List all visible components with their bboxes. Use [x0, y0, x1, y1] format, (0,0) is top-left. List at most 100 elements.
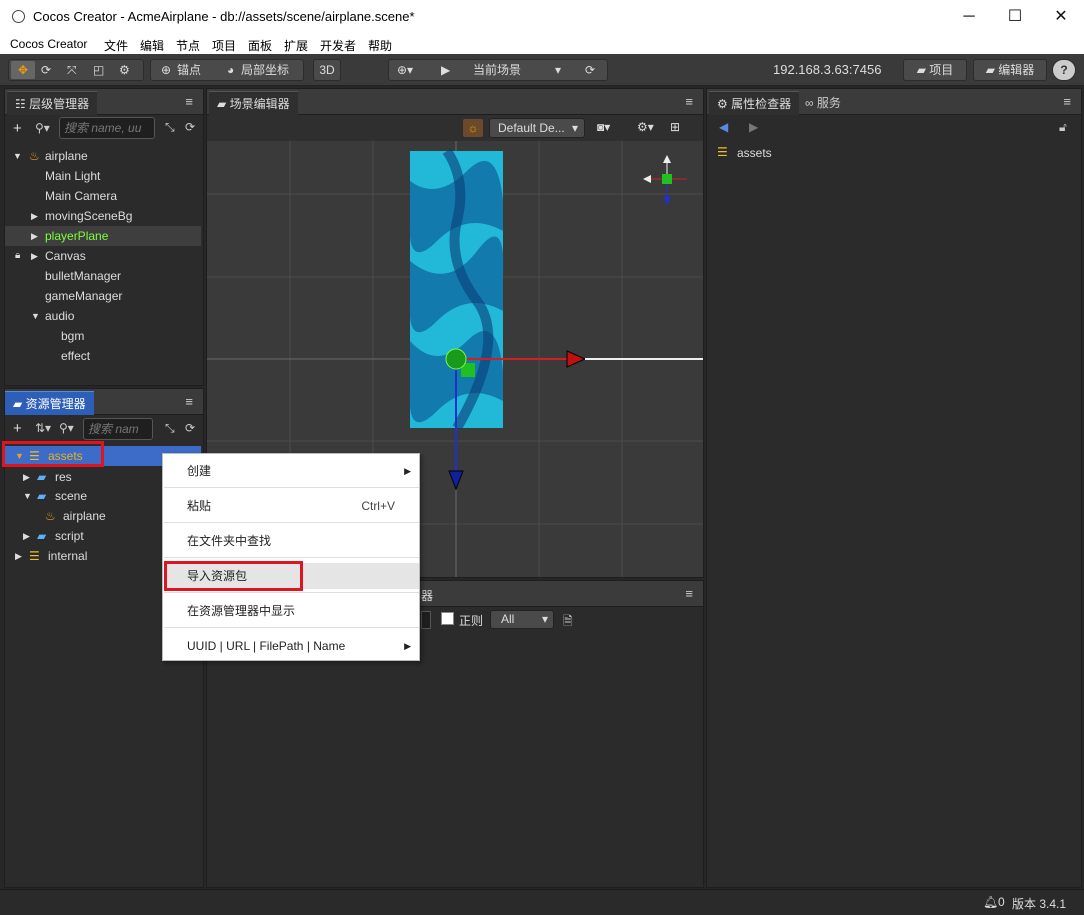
globe-small-icon: ◕	[227, 63, 235, 77]
menu-node[interactable]: 节点	[176, 37, 200, 54]
refresh-icon[interactable]: ⟳	[185, 120, 195, 134]
tree-node-airplane[interactable]: ▼ ♨ airplane	[5, 146, 201, 166]
tab-service[interactable]: ∞ 服务	[805, 94, 841, 111]
tree-node-game-manager[interactable]: gameManager	[5, 286, 201, 306]
camera-select[interactable]: Default De... ▾	[489, 118, 585, 138]
scene-menu-icon[interactable]: ≡	[685, 94, 693, 109]
expand-arrow-icon[interactable]: ▶	[31, 206, 38, 226]
forward-arrow-icon[interactable]: ▶	[749, 120, 758, 134]
expand-arrow-icon[interactable]: ▼	[13, 146, 22, 166]
collapse-icon[interactable]: ⤡	[165, 421, 175, 436]
rotate-tool-icon[interactable]: ⟳	[41, 60, 51, 80]
editor-button[interactable]: ▰ 编辑器	[973, 59, 1047, 81]
assets-search-input[interactable]: 搜索 nam	[83, 418, 153, 440]
tab-hierarchy[interactable]: ☷ 层级管理器	[7, 91, 98, 115]
hierarchy-menu-icon[interactable]: ≡	[185, 94, 193, 109]
menu-separator	[164, 592, 419, 593]
play-icon[interactable]: ▶	[441, 60, 450, 80]
expand-arrow-icon[interactable]: ▼	[31, 306, 40, 326]
unlock-icon[interactable]: 🔓︎	[1059, 120, 1067, 135]
collapse-icon[interactable]: ⤡	[165, 120, 175, 135]
tree-node-main-light[interactable]: Main Light	[5, 166, 201, 186]
inspector-menu-icon[interactable]: ≡	[1063, 94, 1071, 109]
globe-icon[interactable]: ⊕▾	[397, 60, 413, 80]
tab-scene-editor[interactable]: ▰ 场景编辑器	[209, 91, 298, 115]
menu-item-show-in-assets[interactable]: 在资源管理器中显示	[164, 598, 419, 624]
menu-project[interactable]: 项目	[212, 37, 236, 54]
scale-tool-icon[interactable]: ⤧	[67, 60, 77, 80]
asset-label: airplane	[63, 509, 106, 523]
chevron-down-icon: ▾	[571, 121, 578, 135]
menu-developer[interactable]: 开发者	[320, 37, 356, 54]
help-button[interactable]: ?	[1052, 59, 1076, 81]
menu-edit[interactable]: 编辑	[140, 37, 164, 54]
local-coord-label[interactable]: 局部坐标	[241, 60, 289, 80]
menu-panel[interactable]: 面板	[248, 37, 272, 54]
hierarchy-search-input[interactable]: 搜索 name, uu	[59, 117, 155, 139]
main-toolbar: ✥ ⟳ ⤧ ◰ ⚙ ⊕ 锚点 ◕ 局部坐标 3D ⊕▾ ▶ 当前场景 ▾ ⟳ 1…	[0, 54, 1084, 86]
anchor-label[interactable]: 锚点	[177, 60, 201, 80]
lock-icon[interactable]: 🔒︎	[15, 246, 20, 266]
folder-icon: ▰	[37, 470, 47, 484]
expand-arrow-icon[interactable]: ▶	[15, 546, 22, 566]
scene-select[interactable]: 当前场景	[473, 60, 521, 80]
move-tool-icon[interactable]: ✥	[11, 61, 35, 79]
console-menu-icon[interactable]: ≡	[685, 586, 693, 601]
add-asset-icon[interactable]: +	[13, 420, 22, 437]
project-button[interactable]: ▰ 项目	[903, 59, 967, 81]
add-node-icon[interactable]: +	[13, 120, 22, 137]
menu-cocos[interactable]: Cocos Creator	[10, 37, 87, 51]
tree-node-player-plane[interactable]: ▶ playerPlane	[5, 226, 201, 246]
menu-item-copy-info[interactable]: UUID | URL | FilePath | Name ▶	[164, 633, 419, 659]
menu-item-find-in-folder[interactable]: 在文件夹中查找	[164, 528, 419, 554]
maximize-view-icon[interactable]: ⊞	[670, 120, 680, 134]
sort-icon[interactable]: ⇅▾	[35, 421, 51, 435]
tree-node-effect[interactable]: effect	[5, 346, 201, 366]
refresh-icon[interactable]: ⟳	[585, 60, 595, 80]
mode-3d-button[interactable]: 3D	[313, 59, 341, 81]
back-arrow-icon[interactable]: ◀	[719, 120, 728, 134]
menu-file[interactable]: 文件	[104, 37, 128, 54]
expand-arrow-icon[interactable]: ▶	[23, 467, 30, 487]
gear-icon[interactable]: ⚙	[119, 60, 130, 80]
anchor-icon: ⊕	[161, 63, 172, 77]
tree-node-bullet-manager[interactable]: bulletManager	[5, 266, 201, 286]
menu-item-label: 创建	[187, 464, 212, 478]
tree-node-bgm[interactable]: bgm	[5, 326, 201, 346]
expand-arrow-icon[interactable]: ▶	[31, 226, 38, 246]
close-button[interactable]: ✕	[1038, 0, 1084, 34]
search-icon[interactable]: ⚲▾	[35, 121, 50, 135]
search-icon[interactable]: ⚲▾	[59, 421, 74, 435]
tab-inspector[interactable]: ⚙ 属性检查器	[709, 91, 800, 115]
menu-item-create[interactable]: 创建 ▶	[164, 458, 419, 484]
file-icon[interactable]: 🗎︎	[563, 612, 573, 633]
refresh-icon[interactable]: ⟳	[185, 421, 195, 435]
menu-help[interactable]: 帮助	[368, 37, 392, 54]
gear-icon[interactable]: ⚙▾	[637, 120, 654, 134]
tab-assets[interactable]: ▰ 资源管理器	[5, 391, 94, 415]
menu-item-paste[interactable]: 粘贴 Ctrl+V	[164, 493, 419, 519]
expand-arrow-icon[interactable]: ▼	[23, 486, 32, 506]
assets-menu-icon[interactable]: ≡	[185, 394, 193, 409]
minimize-button[interactable]: ─	[946, 0, 992, 34]
bell-icon[interactable]: 🔔︎	[983, 895, 998, 909]
camera-icon[interactable]: ◙▾	[597, 120, 610, 134]
assets-title: 资源管理器	[25, 397, 86, 411]
light-toggle-icon[interactable]: ☼	[463, 119, 483, 137]
log-level-select[interactable]: All ▾	[490, 610, 554, 629]
menu-extension[interactable]: 扩展	[284, 37, 308, 54]
tree-node-main-camera[interactable]: Main Camera	[5, 186, 201, 206]
tree-label: Main Camera	[45, 189, 118, 203]
expand-arrow-icon[interactable]: ▶	[23, 526, 30, 546]
rect-tool-icon[interactable]: ◰	[93, 60, 104, 80]
link-icon: ∞	[805, 96, 814, 110]
tree-label: playerPlane	[45, 229, 109, 243]
tree-node-moving-scene-bg[interactable]: ▶ movingSceneBg	[5, 206, 201, 226]
pivot-toggle[interactable]: ⊕ 锚点 ◕ 局部坐标	[150, 59, 304, 81]
maximize-button[interactable]: ☐	[992, 0, 1038, 34]
tree-node-audio[interactable]: ▼ audio	[5, 306, 201, 326]
tree-node-canvas[interactable]: 🔒︎ ▶ Canvas	[5, 246, 201, 266]
expand-arrow-icon[interactable]: ▶	[31, 246, 38, 266]
console-search-input[interactable]	[421, 611, 431, 629]
regex-checkbox[interactable]	[441, 612, 454, 625]
